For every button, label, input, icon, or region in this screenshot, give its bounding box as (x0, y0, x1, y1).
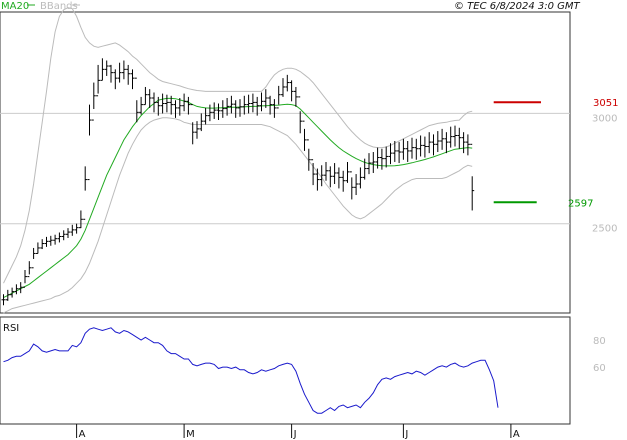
x-tick-label: A (513, 429, 520, 440)
resistance-level-label: 3051 (593, 98, 618, 109)
x-tick-label: J (404, 429, 408, 440)
x-axis: AMJJA (76, 424, 520, 440)
legend-bbands: BBands (40, 1, 78, 12)
support-level-label: 2597 (568, 198, 593, 209)
price-y-tick-3000: 3000 (592, 113, 617, 124)
x-tick-label: J (293, 429, 297, 440)
price-y-tick-2500: 2500 (592, 224, 617, 235)
source-label: © TEC 6/8/2024 3:0 GMT (454, 1, 581, 12)
rsi-y-tick-80: 80 (593, 336, 606, 347)
price-y-ticks: 2500 3000 (592, 113, 617, 234)
price-panel (0, 11, 571, 314)
stock-chart: 2500 3000 3051 2597 MA20 BBands © TEC 6/8/… (0, 1, 618, 440)
x-tick-label: M (186, 429, 195, 440)
legend-ma20: MA20 (1, 1, 29, 12)
rsi-y-tick-60: 60 (593, 363, 606, 374)
x-tick-label: A (79, 429, 86, 440)
rsi-title: RSI (3, 323, 19, 334)
rsi-y-ticks: 60 80 (593, 336, 606, 374)
